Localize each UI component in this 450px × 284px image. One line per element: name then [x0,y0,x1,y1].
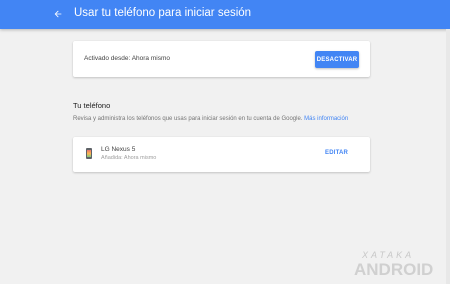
activation-card: Activado desde: Ahora mismo DESACTIVAR [73,41,370,77]
device-name: LG Nexus 5 [101,146,136,153]
phone-icon [86,148,92,159]
watermark-line2: ANDROID [354,260,434,279]
back-button[interactable] [50,6,66,22]
watermark-line1: XATAKA [362,250,415,260]
page-title: Usar tu teléfono para iniciar sesión [74,7,252,19]
more-info-link[interactable]: Más información [304,116,348,122]
scrollbar[interactable] [446,29,450,284]
watermark-logo: XATAKA ANDROID [350,250,450,284]
arrow-back-icon [54,10,62,18]
section-title: Tu teléfono [73,101,111,110]
edit-button[interactable]: EDITAR [325,150,348,156]
device-added-date: Añadida: Ahora mismo [101,155,157,161]
section-description: Revisa y administra los teléfonos que us… [73,116,348,122]
section-description-text: Revisa y administra los teléfonos que us… [73,116,303,122]
deactivate-button[interactable]: DESACTIVAR [315,51,359,68]
activation-status: Activado desde: Ahora mismo [84,55,170,62]
device-card: LG Nexus 5 Añadida: Ahora mismo EDITAR [73,137,370,172]
app-bar: Usar tu teléfono para iniciar sesión [0,0,450,29]
phone-screen [87,149,91,157]
